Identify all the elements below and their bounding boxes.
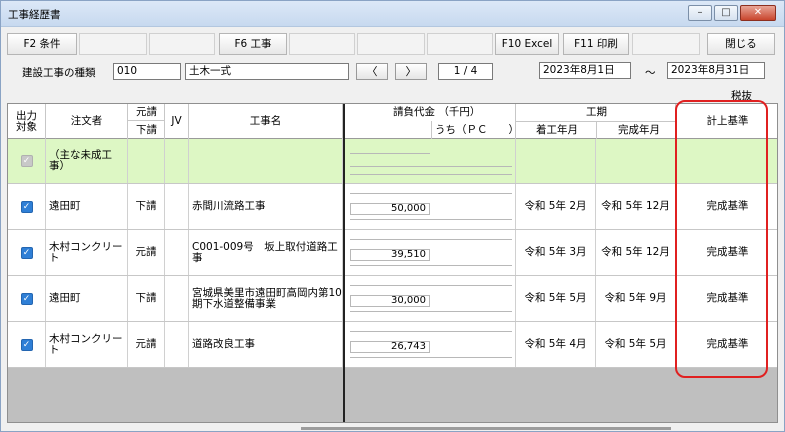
orderer-cell: 木村コンクリート bbox=[46, 230, 128, 275]
fkey-empty-5 bbox=[427, 33, 493, 55]
title-bar: 工事経歴書 – □ ✕ bbox=[1, 1, 784, 27]
header-amount: 請負代金 （千円） うち（ＰＣ ） bbox=[343, 104, 519, 139]
recognition-basis-highlight bbox=[675, 100, 768, 378]
construction-type-code-input[interactable]: 010 bbox=[113, 63, 181, 80]
orderer-cell: 木村コンクリート bbox=[46, 322, 128, 367]
window: 工事経歴書 – □ ✕ F2 条件 F6 工事 F10 Excel F11 印刷… bbox=[0, 0, 785, 432]
construction-type-label: 建設工事の種類 bbox=[22, 67, 96, 79]
fkey-empty-1 bbox=[79, 33, 147, 55]
construction-name-cell: C001-009号 坂上取付道路工事 bbox=[189, 230, 343, 275]
f11-print-button[interactable]: F11 印刷 bbox=[563, 33, 629, 55]
construction-type-name-field: 土木一式 bbox=[185, 63, 349, 80]
contract-cell: 下請 bbox=[128, 276, 165, 321]
jv-cell bbox=[165, 322, 189, 367]
amount-cell: 39,510 bbox=[350, 249, 430, 261]
end-month-cell: 令和 5年 9月 bbox=[596, 276, 676, 321]
header-jv: JV bbox=[165, 104, 189, 139]
table-row[interactable]: ✓ 木村コンクリート 元請 道路改良工事 26,743 令和 5年 4月 令和 … bbox=[8, 322, 777, 368]
maximize-button[interactable]: □ bbox=[714, 5, 738, 21]
summary-row: ✓ （主な未成工事） bbox=[8, 139, 777, 184]
header-contract: 元請 下請 bbox=[128, 104, 165, 139]
window-title: 工事経歴書 bbox=[8, 9, 61, 21]
minimize-button[interactable]: – bbox=[688, 5, 712, 21]
start-month-cell: 令和 5年 4月 bbox=[516, 322, 596, 367]
construction-name-cell: 道路改良工事 bbox=[189, 322, 343, 367]
horizontal-scrollbar[interactable] bbox=[301, 427, 671, 430]
close-button[interactable]: 閉じる bbox=[707, 33, 775, 55]
f10-excel-button[interactable]: F10 Excel bbox=[495, 33, 559, 55]
tilde-separator: ～ bbox=[645, 67, 656, 79]
header-contract-sub: 下請 bbox=[136, 124, 157, 136]
header-construction-name: 工事名 bbox=[189, 104, 343, 139]
output-checkbox[interactable]: ✓ bbox=[20, 200, 33, 213]
output-checkbox[interactable]: ✓ bbox=[20, 292, 33, 305]
fkey-empty-3 bbox=[289, 33, 355, 55]
table-row[interactable]: ✓ 遠田町 下請 宮城県美里市遠田町高岡内第10期下水道整備事業 30,000 … bbox=[8, 276, 777, 322]
contract-cell: 元請 bbox=[128, 322, 165, 367]
end-month-cell: 令和 5年 12月 bbox=[596, 230, 676, 275]
f6-construction-button[interactable]: F6 工事 bbox=[219, 33, 287, 55]
header-output-target: 出力 対象 bbox=[8, 104, 46, 139]
header-end: 完成年月 bbox=[618, 124, 660, 136]
header-start: 着工年月 bbox=[536, 124, 578, 136]
summary-checkbox: ✓ bbox=[20, 155, 33, 167]
function-key-bar: F2 条件 F6 工事 F10 Excel F11 印刷 閉じる bbox=[7, 33, 778, 55]
output-checkbox[interactable]: ✓ bbox=[20, 338, 33, 351]
orderer-cell: 遠田町 bbox=[46, 276, 128, 321]
page-indicator: 1 / 4 bbox=[438, 63, 493, 80]
construction-history-grid: 出力 対象 注文者 元請 下請 JV 工事名 請負代金 （千円） うち（ＰＣ ）… bbox=[7, 103, 778, 423]
start-month-cell: 令和 5年 2月 bbox=[516, 184, 596, 229]
header-contract-prime: 元請 bbox=[128, 104, 165, 121]
fkey-empty-6 bbox=[632, 33, 700, 55]
jv-cell bbox=[165, 230, 189, 275]
start-month-cell: 令和 5年 3月 bbox=[516, 230, 596, 275]
header-orderer: 注文者 bbox=[46, 104, 128, 139]
fkey-empty-4 bbox=[357, 33, 425, 55]
prev-page-button[interactable]: 〈 bbox=[356, 63, 388, 80]
contract-cell: 下請 bbox=[128, 184, 165, 229]
amount-cell: 26,743 bbox=[350, 341, 430, 353]
jv-cell bbox=[165, 184, 189, 229]
close-window-button[interactable]: ✕ bbox=[740, 5, 776, 21]
header-period: 工期 着工年月 完成年月 bbox=[516, 104, 676, 139]
start-month-cell: 令和 5年 5月 bbox=[516, 276, 596, 321]
table-row[interactable]: ✓ 遠田町 下請 赤間川流路工事 50,000 令和 5年 2月 令和 5年 1… bbox=[8, 184, 777, 230]
orderer-cell: 遠田町 bbox=[46, 184, 128, 229]
table-row[interactable]: ✓ 木村コンクリート 元請 C001-009号 坂上取付道路工事 39,510 … bbox=[8, 230, 777, 276]
header-period-label: 工期 bbox=[586, 106, 607, 118]
grid-header: 出力 対象 注文者 元請 下請 JV 工事名 請負代金 （千円） うち（ＰＣ ）… bbox=[8, 104, 777, 139]
header-amount-pc: うち（ＰＣ ） bbox=[435, 124, 519, 136]
header-amount-label: 請負代金 （千円） bbox=[393, 106, 481, 118]
end-month-cell: 令和 5年 5月 bbox=[596, 322, 676, 367]
date-from-input[interactable]: 2023年8月1日 bbox=[539, 62, 631, 79]
end-month-cell: 令和 5年 12月 bbox=[596, 184, 676, 229]
output-checkbox[interactable]: ✓ bbox=[20, 246, 33, 259]
construction-name-cell: 宮城県美里市遠田町高岡内第10期下水道整備事業 bbox=[189, 276, 343, 321]
date-to-input[interactable]: 2023年8月31日 bbox=[667, 62, 765, 79]
f2-condition-button[interactable]: F2 条件 bbox=[7, 33, 77, 55]
contract-cell: 元請 bbox=[128, 230, 165, 275]
amount-cell: 50,000 bbox=[350, 203, 430, 215]
jv-cell bbox=[165, 276, 189, 321]
construction-name-cell: 赤間川流路工事 bbox=[189, 184, 343, 229]
summary-label: （主な未成工事） bbox=[46, 139, 128, 183]
fkey-empty-2 bbox=[149, 33, 215, 55]
amount-cell: 30,000 bbox=[350, 295, 430, 307]
next-page-button[interactable]: 〉 bbox=[395, 63, 427, 80]
frozen-column-divider bbox=[343, 104, 345, 422]
